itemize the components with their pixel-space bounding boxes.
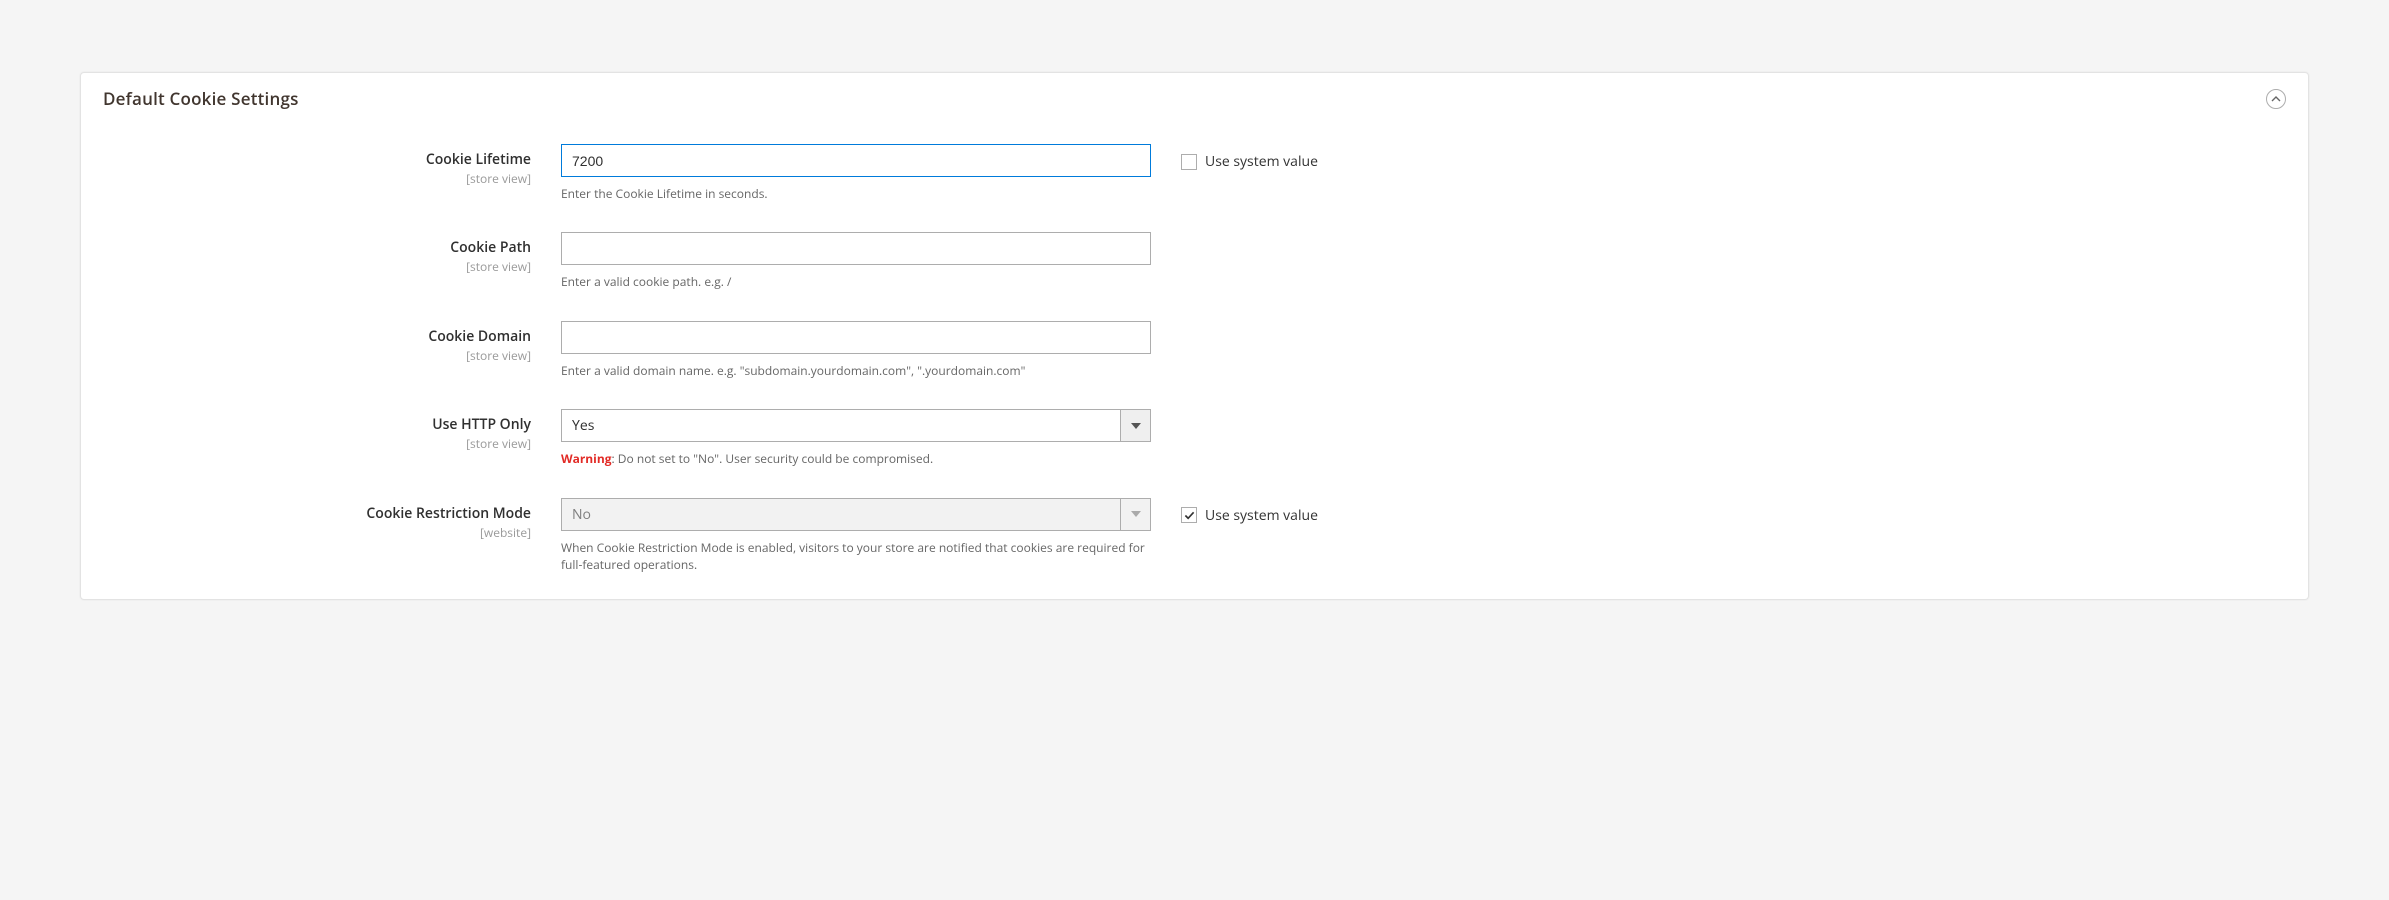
field-helper: Enter a valid cookie path. e.g. / bbox=[561, 273, 1151, 290]
field-control-col: Enter a valid domain name. e.g. "subdoma… bbox=[561, 321, 1151, 379]
field-helper: Enter a valid domain name. e.g. "subdoma… bbox=[561, 362, 1151, 379]
field-label-col: Cookie Lifetime [store view] bbox=[103, 144, 561, 187]
field-label-col: Cookie Path [store view] bbox=[103, 232, 561, 275]
select-caret bbox=[1120, 499, 1150, 530]
field-control-col: Enter a valid cookie path. e.g. / bbox=[561, 232, 1151, 290]
field-label-col: Cookie Domain [store view] bbox=[103, 321, 561, 364]
field-scope: [website] bbox=[103, 524, 531, 541]
cookie-domain-input[interactable] bbox=[561, 321, 1151, 354]
field-cookie-restriction-mode: Cookie Restriction Mode [website] No Whe… bbox=[103, 498, 2286, 574]
cookie-path-input[interactable] bbox=[561, 232, 1151, 265]
select-value: No bbox=[562, 499, 1120, 530]
field-control-col: No When Cookie Restriction Mode is enabl… bbox=[561, 498, 1151, 574]
caret-down-icon bbox=[1131, 511, 1141, 517]
panel-body: Cookie Lifetime [store view] Enter the C… bbox=[81, 116, 2308, 599]
cookie-lifetime-input[interactable] bbox=[561, 144, 1151, 177]
field-cookie-path: Cookie Path [store view] Enter a valid c… bbox=[103, 232, 2286, 290]
field-helper: Warning: Do not set to "No". User securi… bbox=[561, 450, 1151, 467]
select-value: Yes bbox=[562, 410, 1120, 441]
field-control-col: Enter the Cookie Lifetime in seconds. bbox=[561, 144, 1151, 202]
field-label-col: Use HTTP Only [store view] bbox=[103, 409, 561, 452]
use-system-value-label: Use system value bbox=[1205, 506, 1318, 525]
panel-title: Default Cookie Settings bbox=[103, 87, 299, 110]
use-system-value-wrap: Use system value bbox=[1151, 498, 1318, 525]
field-use-http-only: Use HTTP Only [store view] Yes Warning: … bbox=[103, 409, 2286, 467]
field-scope: [store view] bbox=[103, 435, 531, 452]
collapse-toggle[interactable] bbox=[2266, 89, 2286, 109]
chevron-up-icon bbox=[2271, 94, 2281, 104]
field-label: Cookie Path bbox=[450, 238, 531, 257]
use-system-value-checkbox[interactable] bbox=[1181, 507, 1197, 523]
field-scope: [store view] bbox=[103, 258, 531, 275]
field-scope: [store view] bbox=[103, 170, 531, 187]
field-label: Use HTTP Only bbox=[432, 415, 531, 434]
panel-header: Default Cookie Settings bbox=[81, 73, 2308, 116]
check-icon bbox=[1184, 510, 1195, 521]
field-helper: When Cookie Restriction Mode is enabled,… bbox=[561, 539, 1151, 574]
use-system-value-label: Use system value bbox=[1205, 152, 1318, 171]
caret-down-icon bbox=[1131, 423, 1141, 429]
use-system-value-wrap: Use system value bbox=[1151, 144, 1318, 171]
field-helper: Enter the Cookie Lifetime in seconds. bbox=[561, 185, 1151, 202]
field-scope: [store view] bbox=[103, 347, 531, 364]
warning-rest: : Do not set to "No". User security coul… bbox=[612, 450, 934, 467]
use-http-only-select[interactable]: Yes bbox=[561, 409, 1151, 442]
cookie-restriction-mode-select: No bbox=[561, 498, 1151, 531]
field-label-col: Cookie Restriction Mode [website] bbox=[103, 498, 561, 541]
field-cookie-lifetime: Cookie Lifetime [store view] Enter the C… bbox=[103, 144, 2286, 202]
field-label: Cookie Domain bbox=[428, 327, 531, 346]
field-label: Cookie Lifetime bbox=[426, 150, 531, 169]
warning-label: Warning bbox=[561, 450, 612, 467]
field-label: Cookie Restriction Mode bbox=[366, 504, 531, 523]
field-cookie-domain: Cookie Domain [store view] Enter a valid… bbox=[103, 321, 2286, 379]
use-system-value-checkbox[interactable] bbox=[1181, 154, 1197, 170]
cookie-settings-panel: Default Cookie Settings Cookie Lifetime … bbox=[80, 72, 2309, 600]
field-control-col: Yes Warning: Do not set to "No". User se… bbox=[561, 409, 1151, 467]
select-caret bbox=[1120, 410, 1150, 441]
